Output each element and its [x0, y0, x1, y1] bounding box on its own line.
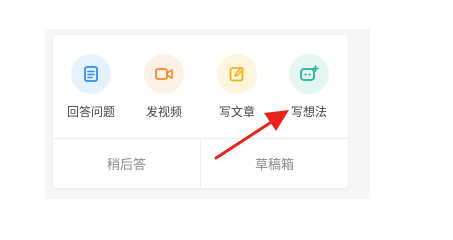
answer-question-label: 回答问题 [66, 105, 115, 119]
edit-pencil-icon [217, 54, 257, 94]
idea-chat-icon [289, 54, 329, 94]
drafts-button[interactable]: 草稿箱 [201, 139, 348, 188]
write-idea-label: 写想法 [290, 105, 327, 119]
video-camera-icon [144, 54, 184, 94]
write-idea-button[interactable]: 写想法 [279, 54, 339, 124]
write-article-label: 写文章 [218, 105, 255, 119]
answer-question-button[interactable]: 回答问题 [61, 54, 121, 124]
write-article-button[interactable]: 写文章 [207, 54, 267, 124]
post-video-label: 发视频 [145, 105, 182, 119]
create-menu-card: 回答问题 发视频 写文章 写想法 稍后答 草稿箱 [53, 35, 348, 188]
answer-later-button[interactable]: 稍后答 [53, 139, 200, 188]
answer-doc-icon [71, 54, 111, 94]
post-video-button[interactable]: 发视频 [134, 54, 194, 124]
